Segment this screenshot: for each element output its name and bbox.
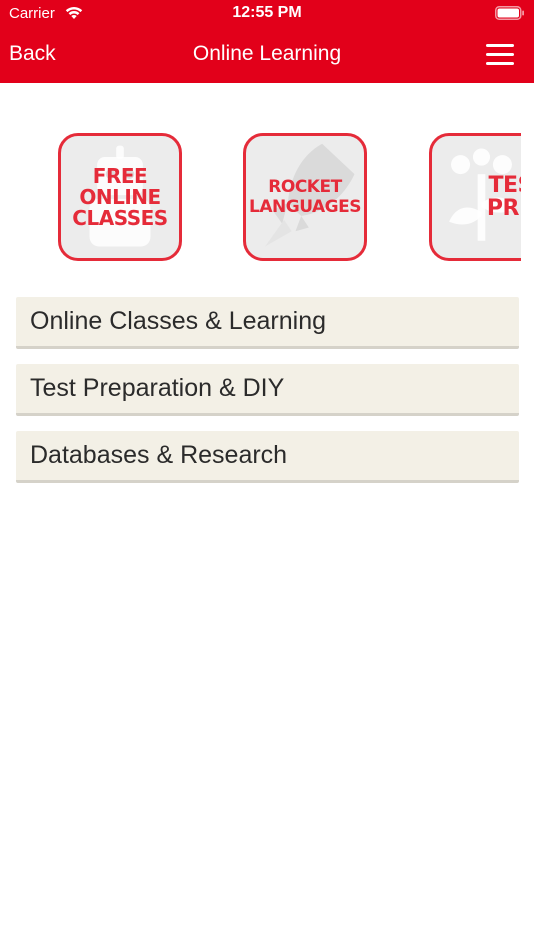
list-item-label: Databases & Research [30,441,288,469]
app-header: Carrier 12:55 PM Back Online Learning [0,0,534,83]
category-list: Online Classes & Learning Test Preparati… [16,297,519,498]
battery-icon [495,6,524,20]
tile-test-prep[interactable]: TEST PREP [429,133,521,261]
tile-label: FREE ONLINE CLASSES [72,163,168,230]
tile-free-online-classes[interactable]: FREE ONLINE CLASSES [58,133,182,261]
list-item-test-preparation[interactable]: Test Preparation & DIY [16,364,519,416]
tile-label: ROCKET LANGUAGES [249,177,361,217]
tile-rocket-languages[interactable]: ROCKET LANGUAGES [243,133,367,261]
list-item-label: Online Classes & Learning [30,307,326,335]
hamburger-menu-icon[interactable] [486,44,514,66]
clock: 12:55 PM [232,4,302,21]
tile-label: TEST PREP [486,173,521,221]
resource-tile-carousel[interactable]: FREE ONLINE CLASSES ROCKET LANGUAGES TES… [0,131,521,263]
status-bar: Carrier 12:55 PM [0,0,534,28]
navigation-bar: Back Online Learning [0,28,534,83]
page-title: Online Learning [192,42,342,65]
list-item-online-classes[interactable]: Online Classes & Learning [16,297,519,349]
list-item-label: Test Preparation & DIY [30,374,285,402]
list-item-databases-research[interactable]: Databases & Research [16,431,519,483]
